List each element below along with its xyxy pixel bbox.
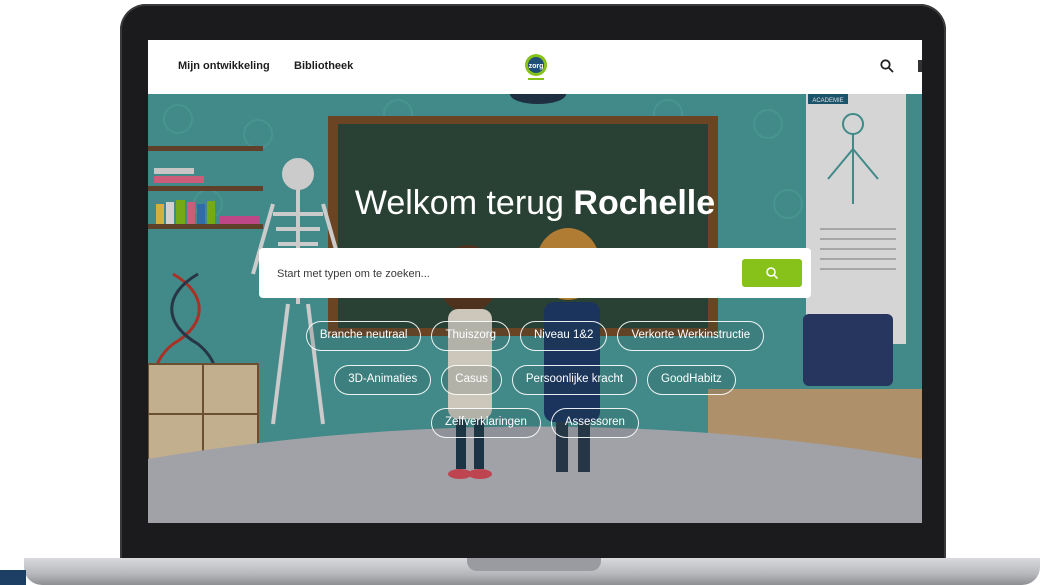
brand-logo[interactable]: zorg bbox=[521, 51, 551, 81]
user-name: Rochelle bbox=[573, 184, 716, 222]
welcome-text: Welkom terug bbox=[354, 184, 564, 222]
chips-row-1: Branche neutraal Thuiszorg Niveau 1&2 Ve… bbox=[148, 321, 922, 351]
chip-goodhabitz[interactable]: GoodHabitz bbox=[647, 365, 736, 395]
chips-row-3: Zelfverklaringen Assessoren bbox=[148, 408, 922, 438]
browser-screen: Mijn ontwikkeling Bibliotheek zorg ACADE… bbox=[148, 40, 922, 523]
nav-bibliotheek[interactable]: Bibliotheek bbox=[294, 60, 353, 72]
laptop-base-edge bbox=[0, 570, 26, 585]
chip-3d-animaties[interactable]: 3D-Animaties bbox=[334, 365, 432, 395]
nav-mijn-ontwikkeling[interactable]: Mijn ontwikkeling bbox=[178, 60, 270, 72]
search-bar bbox=[259, 248, 811, 298]
chip-casus[interactable]: Casus bbox=[441, 365, 502, 395]
chip-branche-neutraal[interactable]: Branche neutraal bbox=[305, 321, 422, 351]
hero-banner: ACADEMIE Welkom terug Rochelle Start met… bbox=[148, 94, 922, 523]
search-button[interactable] bbox=[742, 259, 802, 287]
chip-assessoren[interactable]: Assessoren bbox=[550, 408, 639, 438]
chip-niveau-1-2[interactable]: Niveau 1&2 bbox=[519, 321, 608, 351]
user-icon[interactable] bbox=[918, 60, 922, 72]
chip-persoonlijke-kracht[interactable]: Persoonlijke kracht bbox=[511, 365, 638, 395]
welcome-title: Welkom terug Rochelle bbox=[148, 184, 922, 223]
chip-verkorte-werkinstructie[interactable]: Verkorte Werkinstructie bbox=[617, 321, 765, 351]
hero-overlay bbox=[148, 94, 922, 523]
logo-text: zorg bbox=[529, 63, 544, 70]
search-button-icon bbox=[766, 267, 778, 279]
chip-zelfverklaringen[interactable]: Zelfverklaringen bbox=[431, 408, 541, 438]
top-navbar: Mijn ontwikkeling Bibliotheek zorg bbox=[148, 40, 922, 94]
search-input[interactable] bbox=[275, 262, 739, 286]
laptop-notch bbox=[467, 558, 601, 571]
chip-thuiszorg[interactable]: Thuiszorg bbox=[431, 321, 510, 351]
search-icon[interactable] bbox=[879, 58, 895, 74]
chips-row-2: 3D-Animaties Casus Persoonlijke kracht G… bbox=[148, 365, 922, 395]
